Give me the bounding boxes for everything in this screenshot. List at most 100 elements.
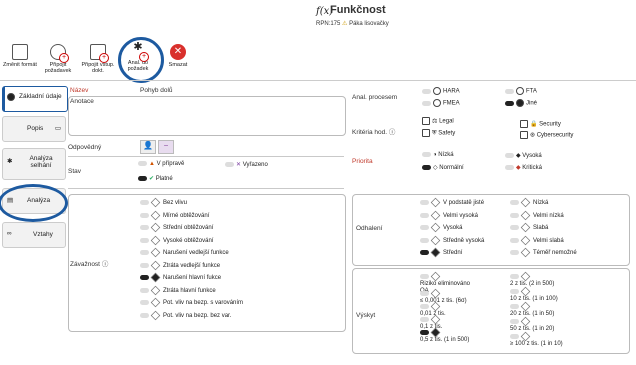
rating-icon (430, 314, 441, 325)
option-label: Ztráta vedlejší funkce (163, 262, 221, 269)
rating-option[interactable]: Ztráta hlavní funkce (140, 285, 216, 295)
rating-icon (430, 222, 441, 233)
rating-icon (520, 316, 531, 327)
rating-option[interactable]: 2 z tis. (2 in 500) (510, 271, 590, 288)
name-field[interactable]: Pohyb dolů (140, 87, 173, 94)
state-option-preparing[interactable]: ▲ V přípravě (138, 161, 184, 167)
state-option-retired[interactable]: ✕ Vyřazeno (225, 161, 268, 168)
info-icon: ⓘ (388, 129, 396, 136)
radio-icon (433, 99, 441, 107)
rating-option[interactable]: Slabá (510, 222, 548, 233)
responsible-label: Odpovědný (68, 144, 102, 151)
rating-option[interactable]: Střední (420, 247, 463, 258)
add-requirement-icon: + (50, 44, 69, 63)
severity-label-text: Závažnost (70, 261, 100, 268)
priority-critical[interactable]: ◆ Kritická (505, 164, 542, 171)
rating-option[interactable]: Pot. vliv na bezp. s varováním (140, 297, 243, 308)
rating-option[interactable]: Velmi slabá (510, 235, 564, 245)
rating-option[interactable]: Velmi nízká (510, 210, 564, 220)
toolbar-label: Změnit formát (3, 62, 37, 68)
criteria-legal[interactable]: ⚖ Legal (422, 117, 454, 125)
option-other[interactable]: Jiné (505, 99, 537, 107)
rating-option[interactable]: Velmi vysoká (420, 210, 478, 220)
option-label: Vyřazeno (242, 162, 268, 168)
person-icon[interactable]: 👤 (140, 140, 156, 154)
toggle-icon (422, 100, 431, 106)
rating-icon (520, 271, 531, 282)
rating-icon (150, 197, 161, 208)
toggle-icon (420, 330, 429, 335)
state-option-valid[interactable]: ✔ Platné (138, 175, 173, 182)
criteria-security[interactable]: 🔒 Security (520, 120, 561, 128)
criteria-safety[interactable]: ⛨ Safety (422, 129, 455, 138)
sidebar-item-failure-analysis[interactable]: ✱ Analýza selhání (2, 148, 66, 180)
analysis-icon: ✱ (7, 158, 13, 165)
rating-option[interactable]: Vysoké obtěžování (140, 235, 213, 245)
toggle-icon (422, 88, 431, 94)
option-label: Safety (438, 130, 456, 137)
priority-high[interactable]: ◆ Vysoká (505, 152, 542, 159)
highlight-circle (118, 37, 164, 83)
toggle-icon (140, 225, 149, 230)
sidebar-item-description[interactable]: Popis ▭ (2, 116, 66, 142)
rating-option[interactable]: Mírné obtěžování (140, 210, 209, 220)
change-format-button[interactable]: Změnit formát (2, 44, 38, 68)
add-requirement-button[interactable]: + Připojit požadavek (40, 44, 76, 74)
rating-option[interactable]: ≥ 100 z tis. (1 in 10) (510, 331, 590, 348)
rating-option[interactable]: V podstatě jisté (420, 197, 484, 208)
link-icon: ∞ (7, 230, 12, 237)
rating-icon (430, 197, 441, 208)
normal-priority-icon: ◇ (433, 165, 438, 171)
rating-icon (430, 327, 441, 338)
rating-option[interactable]: 0,5 z tis. (1 in 500) (420, 327, 500, 344)
rating-icon (150, 210, 161, 220)
rating-option[interactable]: Narušení vedlejší funkce (140, 247, 229, 258)
rating-icon (430, 210, 441, 220)
rpn-value: RPN:175 (316, 21, 341, 27)
radio-icon (433, 87, 441, 95)
toggle-icon (138, 161, 147, 166)
clear-responsible-button[interactable]: − (158, 140, 174, 154)
option-label: Platné (155, 176, 173, 182)
priority-low[interactable]: ◑ Nízká (422, 152, 454, 158)
rating-option[interactable]: Střední obtěžování (140, 222, 213, 233)
toggle-icon (225, 161, 234, 167)
rating-option[interactable]: Vysoká (420, 222, 462, 233)
rating-option[interactable]: Nízká (510, 197, 548, 208)
toggle-icon (420, 200, 429, 205)
delete-button[interactable]: ✕ Smazat (160, 44, 196, 68)
radio-icon (516, 87, 524, 95)
priority-normal[interactable]: ◇ Normální (422, 164, 464, 171)
toggle-icon (510, 200, 519, 205)
rating-icon (520, 197, 531, 208)
option-fmea[interactable]: FMEA (422, 99, 460, 107)
criteria-cybersecurity[interactable]: ⊛ Cybersecurity (520, 131, 573, 139)
toggle-icon (505, 164, 514, 170)
rating-option[interactable]: Ztráta vedlejší funkce (140, 260, 221, 270)
cyber-icon: ⊛ (530, 132, 536, 139)
rating-option[interactable]: 50 z tis. (1 in 20) (510, 316, 590, 333)
sidebar-item-basic[interactable]: Základní údaje (2, 86, 68, 112)
toggle-icon (422, 152, 431, 157)
rating-option[interactable]: Středně vysoká (420, 235, 484, 245)
rating-option[interactable]: Bez vlivu (140, 197, 187, 208)
rating-option[interactable]: 20 z tis. (1 in 50) (510, 301, 590, 318)
add-document-button[interactable]: + Připojit vstup. dokt. (80, 44, 116, 74)
toggle-icon (140, 275, 149, 280)
rating-icon (520, 235, 531, 245)
option-fta[interactable]: FTA (505, 87, 537, 95)
toggle-icon (140, 300, 149, 305)
rating-option[interactable]: Narušení hlavní fukce (140, 272, 221, 283)
rating-icon (430, 247, 441, 258)
rating-option[interactable]: 10 z tis. (1 in 100) (510, 286, 590, 303)
option-label: Vysoká (522, 153, 542, 159)
rating-icon (520, 331, 531, 342)
sidebar-item-relations[interactable]: ∞ Vztahy (2, 222, 66, 248)
rating-option[interactable]: Pot. vliv na bezp. bez var. (140, 310, 231, 320)
option-hara[interactable]: HARA (422, 87, 460, 95)
sidebar-item-label: Vztahy (33, 231, 53, 238)
rating-option[interactable]: Téměř nemožné (510, 247, 577, 258)
option-label: Střední (443, 250, 463, 257)
annotation-field[interactable] (68, 96, 346, 136)
option-label: ≥ 100 z tis. (1 in 10) (510, 341, 563, 348)
